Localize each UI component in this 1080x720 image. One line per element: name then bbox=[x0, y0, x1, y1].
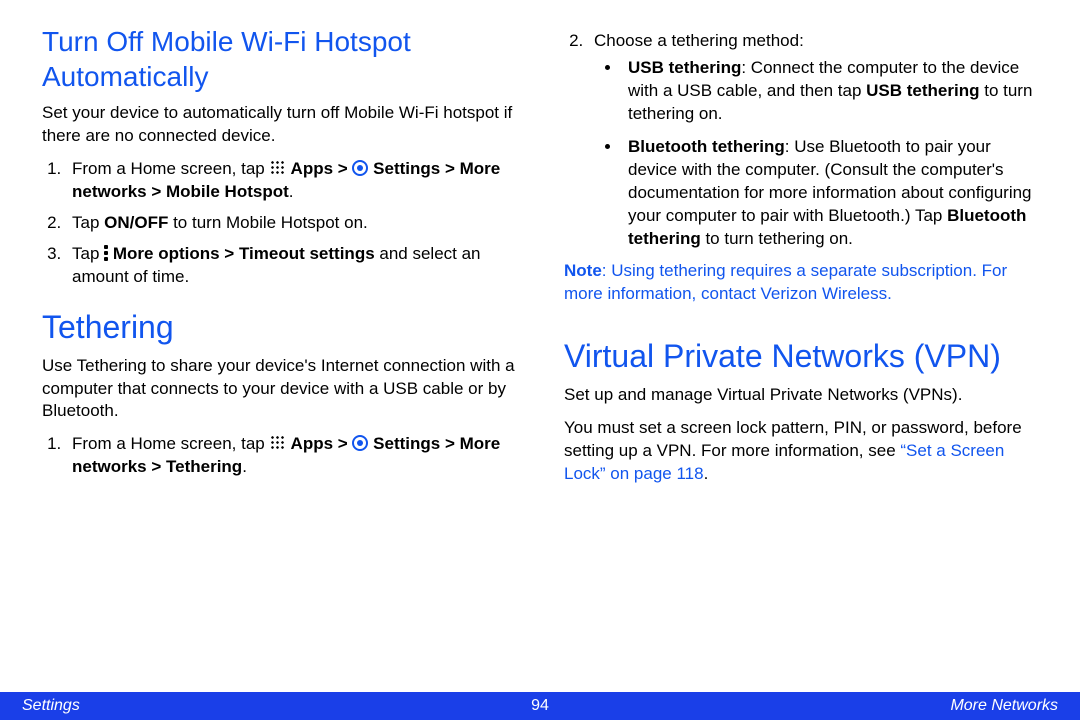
page-content: Turn Off Mobile Wi-Fi Hotspot Automatica… bbox=[0, 0, 1080, 496]
bt-tethering-text-2: to turn tethering on. bbox=[701, 229, 853, 248]
heading-vpn: Virtual Private Networks (VPN) bbox=[564, 336, 1038, 376]
apps-icon bbox=[269, 159, 286, 176]
footer-section-left: Settings bbox=[22, 697, 531, 715]
usb-tethering-action: USB tethering bbox=[866, 81, 979, 100]
paragraph-vpn-intro: Set up and manage Virtual Private Networ… bbox=[564, 384, 1038, 407]
tether-step-2-text: Choose a tethering method: bbox=[594, 31, 804, 50]
apps-icon bbox=[269, 434, 286, 451]
paragraph-hotspot-intro: Set your device to automatically turn of… bbox=[42, 102, 516, 148]
footer-page-number: 94 bbox=[531, 697, 549, 715]
steps-tethering-continued: Choose a tethering method: USB tethering… bbox=[564, 30, 1038, 250]
paragraph-tethering-intro: Use Tethering to share your device's Int… bbox=[42, 355, 516, 424]
step-3-text-pre: Tap bbox=[72, 244, 104, 263]
heading-tethering: Tethering bbox=[42, 307, 516, 347]
tethering-note: Note: Using tethering requires a separat… bbox=[564, 260, 1038, 306]
settings-icon bbox=[352, 435, 368, 451]
tether-step-1: From a Home screen, tap Apps > Settings … bbox=[66, 433, 516, 479]
tether-step-1-text-pre: From a Home screen, tap bbox=[72, 434, 269, 453]
step-2-text-pre: Tap bbox=[72, 213, 104, 232]
settings-icon bbox=[352, 160, 368, 176]
note-text: : Using tethering requires a separate su… bbox=[564, 261, 1007, 303]
tether-step-1-apps-label: Apps > bbox=[286, 434, 352, 453]
tether-method-usb: USB tethering: Connect the computer to t… bbox=[622, 57, 1038, 126]
steps-tethering: From a Home screen, tap Apps > Settings … bbox=[42, 433, 516, 479]
more-options-icon bbox=[104, 245, 108, 261]
step-2-onoff: ON/OFF bbox=[104, 213, 168, 232]
tether-step-1-text-post: . bbox=[242, 457, 247, 476]
step-1-text-pre: From a Home screen, tap bbox=[72, 159, 269, 178]
step-3: Tap More options > Timeout settings and … bbox=[66, 243, 516, 289]
heading-turn-off-hotspot: Turn Off Mobile Wi-Fi Hotspot Automatica… bbox=[42, 24, 516, 94]
page-footer: Settings 94 More Networks bbox=[0, 692, 1080, 720]
right-column: Choose a tethering method: USB tethering… bbox=[564, 24, 1038, 496]
bt-tethering-label: Bluetooth tethering bbox=[628, 137, 785, 156]
tether-method-bluetooth: Bluetooth tethering: Use Bluetooth to pa… bbox=[622, 136, 1038, 251]
step-2-text-post: to turn Mobile Hotspot on. bbox=[168, 213, 367, 232]
steps-turn-off-hotspot: From a Home screen, tap Apps > Settings … bbox=[42, 158, 516, 289]
note-label: Note bbox=[564, 261, 602, 280]
step-1-text-post: . bbox=[289, 182, 294, 201]
footer-section-right: More Networks bbox=[549, 697, 1058, 715]
manual-page: Turn Off Mobile Wi-Fi Hotspot Automatica… bbox=[0, 0, 1080, 720]
step-3-more-options-path: More options > Timeout settings bbox=[108, 244, 375, 263]
left-column: Turn Off Mobile Wi-Fi Hotspot Automatica… bbox=[42, 24, 516, 496]
usb-tethering-label: USB tethering bbox=[628, 58, 741, 77]
tether-method-list: USB tethering: Connect the computer to t… bbox=[594, 57, 1038, 251]
step-2: Tap ON/OFF to turn Mobile Hotspot on. bbox=[66, 212, 516, 235]
step-1: From a Home screen, tap Apps > Settings … bbox=[66, 158, 516, 204]
vpn-requirement-text-post: . bbox=[704, 464, 709, 483]
paragraph-vpn-requirement: You must set a screen lock pattern, PIN,… bbox=[564, 417, 1038, 486]
step-1-apps-label: Apps > bbox=[286, 159, 352, 178]
tether-step-2: Choose a tethering method: USB tethering… bbox=[588, 30, 1038, 250]
